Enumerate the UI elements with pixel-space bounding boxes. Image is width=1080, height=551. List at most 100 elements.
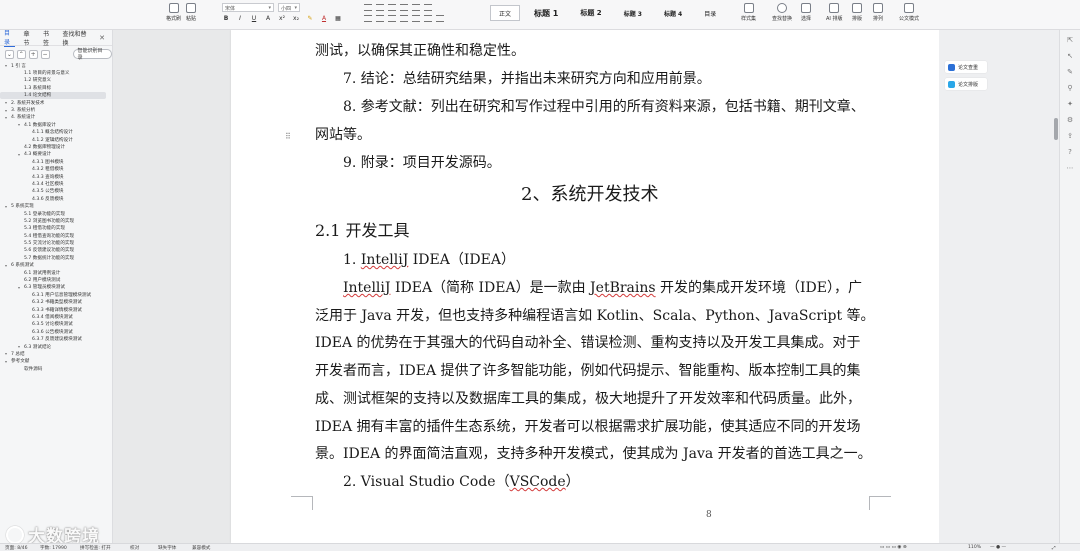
subscript-button[interactable]: x₂ [292,15,300,22]
layout-button[interactable]: 排版 [852,3,862,22]
smart-toc-button[interactable]: 智能识别目录 [72,48,112,61]
toc-item[interactable]: ▾ 3. 系统分析 [0,106,112,114]
find-replace-button[interactable]: 查找替换 [772,3,792,22]
toc-item[interactable]: 1.1 项目的背景与意义 [0,69,112,76]
font-size-select[interactable]: 小四 ▾ [278,3,300,12]
close-icon[interactable]: ✕ [99,34,105,42]
number-list-icon[interactable] [376,4,384,11]
arrange-button[interactable]: 排列 [873,3,883,22]
filter-icon[interactable]: ⚲ [1066,84,1074,92]
toc-item[interactable]: 6.3.4 借阅模块测试 [0,313,112,320]
tool-icon[interactable]: ✦ [1066,100,1074,108]
page-indicator[interactable]: 页面: 8/46 [5,545,28,551]
proofread-button[interactable]: 校对 [130,545,139,551]
toc-item[interactable]: 6.2 用户模块测试 [0,276,112,283]
toc-item[interactable]: 4.3.3 查询模块 [0,173,112,180]
toc-item[interactable]: 5.6 反馈建议功能的实现 [0,247,112,254]
line-spacing-icon[interactable] [424,15,432,22]
select-icon[interactable]: ↖ [1066,52,1074,60]
toc-item[interactable]: 1.4 论文结构 [0,91,106,99]
toc-item[interactable]: 4.1.1 概念结构设计 [0,129,112,136]
toc-item[interactable]: ▾ 参考文献 [0,358,112,365]
format-painter-button[interactable]: 格式刷 [166,3,181,22]
spell-check-toggle[interactable]: 拼写检查: 打开 [80,545,111,551]
tab-chapters[interactable]: 章节 [23,30,34,47]
toc-item[interactable]: 6.3.5 讨论模块测试 [0,321,112,328]
word-count[interactable]: 字数: 17990 [40,545,67,551]
toc-item[interactable]: ▾ 2. 系统开发技术 [0,99,112,106]
toc-item[interactable]: 6.3.7 反馈建议模块测试 [0,335,112,342]
toc-item[interactable]: 1.3 系统目标 [0,84,112,91]
toc-item[interactable]: 4.1.2 逻辑结构设计 [0,136,112,143]
toc-item[interactable]: ▾ 6.3 管理员模块测试 [0,284,112,291]
toc-item[interactable]: ▾ 4. 系统设计 [0,114,112,121]
superscript-button[interactable]: x² [278,15,286,22]
toc-item[interactable]: 6.3.3 书籍详情模块测试 [0,306,112,313]
font-name-select[interactable]: 宋体 ▾ [222,3,274,12]
toc-item[interactable]: 4.3.6 反馈模块 [0,195,112,202]
italic-button[interactable]: I [236,15,244,22]
missing-font-indicator[interactable]: 缺失字体 [158,545,176,551]
toc-item[interactable]: ▾ 6.3 测试结论 [0,343,112,350]
toc-item[interactable]: 5.1 登录功能的实现 [0,210,112,217]
toc-item[interactable]: 5.5 交流讨论功能的实现 [0,239,112,246]
style-heading-4[interactable]: 标题 4 [656,5,690,21]
toc-item[interactable]: 6.3.2 书籍类型模块测试 [0,299,112,306]
toc-item[interactable]: ▾ 4.1 数据库设计 [0,121,112,128]
remove-icon[interactable]: − [40,49,50,59]
toc-item[interactable]: ▾ 5 系统实现 [0,202,112,210]
settings-icon[interactable]: ⚙ [1066,116,1074,124]
toc-item[interactable]: ▾ 6 系统测试 [0,262,112,269]
align-center-icon[interactable] [376,15,384,22]
distribute-icon[interactable] [412,15,420,22]
justify-icon[interactable] [400,15,408,22]
align-left-icon[interactable] [364,15,372,22]
strikethrough-button[interactable]: A [264,15,272,22]
paper-format-button[interactable]: 论文排版 [945,78,987,90]
toc-item[interactable]: 4.3.4 社区模块 [0,180,112,187]
style-heading-3[interactable]: 标题 3 [616,5,650,21]
toc-item[interactable]: 5.2 浏览图书功能的实现 [0,217,112,224]
document-page[interactable]: 测试，以确保其正确性和稳定性。 7. 结论：总结研究结果，并指出未来研究方向和应… [231,30,939,543]
chevron-up-icon[interactable]: ⌃ [16,49,26,59]
chevron-down-icon[interactable]: ⌄ [5,49,14,59]
bullet-list-icon[interactable] [364,4,372,11]
view-mode-icons[interactable]: ▭ ▭ ▭ ◉ ⊕ [880,545,907,550]
pen-icon[interactable]: ✎ [1066,68,1074,76]
style-set-button[interactable]: 样式集 [741,3,756,22]
show-marks-icon[interactable] [424,4,432,11]
toc-item[interactable]: ▾ 7 总结 [0,350,112,357]
tab-find-replace[interactable]: 查找和替换 [62,30,91,47]
zoom-slider[interactable]: — ● — [990,545,1006,550]
style-normal[interactable]: 正文 [490,5,521,21]
style-heading-1[interactable]: 标题 1 [526,5,566,21]
ai-layout-button[interactable]: AI 排版 [826,3,843,22]
select-button[interactable]: 选择 [801,3,811,22]
drag-handle-icon[interactable]: ⠿ [285,132,291,141]
style-heading-2[interactable]: 标题 2 [572,5,609,21]
toc-item[interactable]: 6.3.6 公告模块测试 [0,328,112,335]
tab-bookmarks[interactable]: 书签 [43,30,54,47]
toc-item[interactable]: 5.4 租借查询功能的实现 [0,232,112,239]
bold-button[interactable]: B [222,15,230,22]
toc-item[interactable]: 4.3.1 图书模块 [0,158,112,165]
more-icon[interactable]: ⋯ [1066,164,1074,172]
paste-button[interactable]: 粘贴 [186,3,196,22]
toc-item[interactable]: 4.3.2 租借模块 [0,165,112,172]
style-toc[interactable]: 目录 [696,5,724,21]
paper-check-button[interactable]: 论文查重 [945,61,987,73]
align-right-icon[interactable] [388,15,396,22]
toc-item[interactable]: 5.7 数据统计功能的实现 [0,254,112,261]
add-icon[interactable]: + [28,49,38,59]
zoom-level[interactable]: 110% [968,545,981,550]
underline-button[interactable]: U [250,15,258,22]
toc-item[interactable]: 5.3 租借功能的实现 [0,225,112,232]
outdent-icon[interactable] [400,4,408,11]
toc-item[interactable]: 4.2 数据库物理设计 [0,143,112,150]
fullscreen-icon[interactable]: ⤢ [1052,545,1056,551]
share-icon[interactable]: ⇪ [1066,132,1074,140]
toc-item[interactable]: 1.2 研究意义 [0,77,112,84]
indent-icon[interactable] [388,4,396,11]
sort-icon[interactable] [412,4,420,11]
highlight-icon[interactable]: ✎ [306,15,314,22]
